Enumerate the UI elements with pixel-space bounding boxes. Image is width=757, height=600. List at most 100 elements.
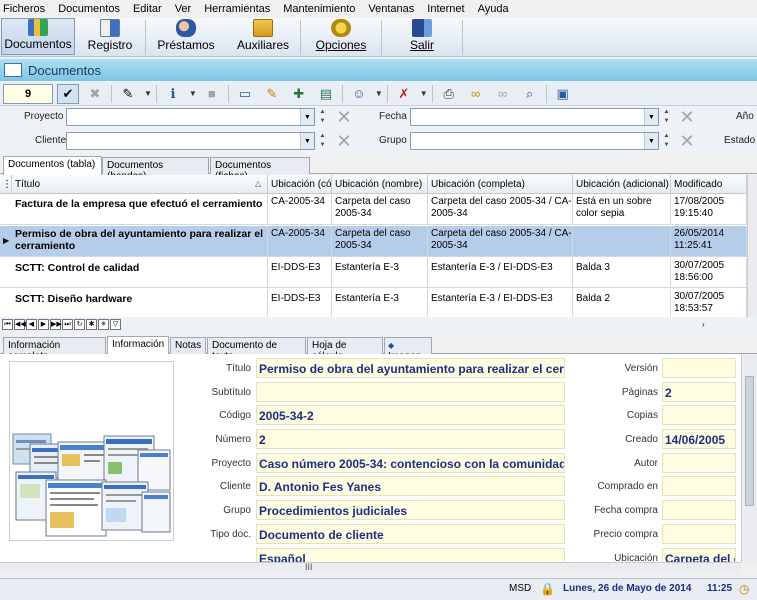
folder-icon[interactable]: ■: [201, 84, 223, 104]
unlink-icon[interactable]: ∞: [492, 84, 514, 104]
view-toggle-icon[interactable]: ✔: [57, 83, 79, 104]
table-vertical-scrollbar[interactable]: [747, 175, 757, 317]
precio-compra-field[interactable]: [662, 524, 736, 544]
detail-vertical-scrollbar[interactable]: [741, 354, 757, 562]
filter-icon[interactable]: ▽: [110, 318, 121, 330]
chevron-down-icon[interactable]: ▼: [644, 133, 658, 149]
menu-ventanas[interactable]: Ventanas: [368, 3, 414, 15]
grupo-spin[interactable]: ▲ ▼: [662, 132, 671, 150]
titulo-field[interactable]: Permiso de obra del ayuntamiento para re…: [256, 358, 565, 378]
autor-field[interactable]: [662, 453, 736, 473]
chevron-down-icon[interactable]: ▼: [420, 89, 428, 98]
table-row-selected[interactable]: ▶ Permiso de obra del ayuntamiento para …: [0, 226, 747, 257]
codigo-field[interactable]: 2005-34-2: [256, 405, 565, 425]
chevron-down-icon[interactable]: ▼: [644, 109, 658, 125]
opciones-button[interactable]: Opciones: [301, 18, 381, 55]
edit-icon[interactable]: ✎: [117, 84, 139, 104]
add-record-icon[interactable]: ✚: [288, 84, 310, 104]
table-row[interactable]: Factura de la empresa que efectuó el cer…: [0, 194, 747, 225]
goto-bookmark-icon[interactable]: ✳: [98, 318, 109, 330]
col-ubicacion-codigo[interactable]: Ubicación (có: [268, 175, 332, 194]
chevron-down-icon[interactable]: ▼: [300, 109, 314, 125]
menu-mantenimiento[interactable]: Mantenimiento: [283, 3, 355, 15]
cliente-spin[interactable]: ▲ ▼: [318, 132, 327, 150]
col-modificado[interactable]: Modificado: [671, 175, 747, 194]
tab-documento-texto[interactable]: Documento de texto: [207, 337, 306, 362]
comprado-en-field[interactable]: [662, 476, 736, 496]
clear-fecha-icon[interactable]: ✕: [677, 108, 697, 126]
tab-fichas[interactable]: Documentos (fichas): [210, 157, 310, 182]
cliente-field[interactable]: D. Antonio Fes Yanes: [256, 476, 565, 496]
bookmark-icon[interactable]: ✱: [86, 318, 97, 330]
menu-ficheros[interactable]: Ficheros: [3, 3, 45, 15]
link-icon[interactable]: ∞: [465, 84, 487, 104]
menu-ayuda[interactable]: Ayuda: [478, 3, 509, 15]
detail-horizontal-scrollbar[interactable]: III: [0, 562, 741, 574]
col-titulo[interactable]: Título: [12, 175, 268, 194]
table-icon[interactable]: ▤: [315, 84, 337, 104]
tab-tabla[interactable]: Documentos (tabla): [3, 156, 102, 175]
numero-field[interactable]: 2: [256, 429, 565, 449]
remove-record-icon[interactable]: ✗: [393, 84, 415, 104]
col-ubicacion-adicional[interactable]: Ubicación (adicional): [573, 175, 671, 194]
proyecto-combo[interactable]: ▼: [66, 108, 315, 126]
version-field[interactable]: [662, 358, 736, 378]
grupo-field[interactable]: Procedimientos judiciales: [256, 500, 565, 520]
next-record-icon[interactable]: ▶: [38, 318, 49, 330]
menu-documentos[interactable]: Documentos: [58, 3, 120, 15]
clear-proyecto-icon[interactable]: ✕: [334, 108, 354, 126]
person-clock-icon[interactable]: ☺: [348, 84, 370, 104]
creado-field[interactable]: 14/06/2005: [662, 429, 736, 449]
menu-herramientas[interactable]: Herramientas: [204, 3, 270, 15]
scrollbar-thumb[interactable]: [745, 376, 754, 506]
clear-grupo-icon[interactable]: ✕: [677, 132, 697, 150]
search-icon[interactable]: ⌕: [519, 84, 541, 104]
chevron-down-icon[interactable]: ▼: [300, 133, 314, 149]
subtitulo-field[interactable]: [256, 382, 565, 402]
export-icon[interactable]: ▣: [552, 84, 574, 104]
tab-notas[interactable]: Notas: [170, 337, 206, 354]
table-row[interactable]: SCTT: Diseño hardware EI-DDS-E3 Estanter…: [0, 289, 747, 317]
chevron-down-icon[interactable]: ▼: [375, 89, 383, 98]
refresh-icon[interactable]: ↻: [74, 318, 85, 330]
fecha-compra-field[interactable]: [662, 500, 736, 520]
table-row[interactable]: SCTT: Control de calidad EI-DDS-E3 Estan…: [0, 258, 747, 288]
prev-page-icon[interactable]: ◀◀: [14, 318, 26, 330]
salir-button[interactable]: Salir: [382, 18, 462, 55]
first-page-icon[interactable]: ⏮: [2, 318, 13, 330]
ubicacion-field[interactable]: Carpeta del caso 2005-34: [662, 548, 736, 562]
tipo-doc-field[interactable]: Documento de cliente: [256, 524, 565, 544]
tab-hoja-calculo[interactable]: Hoja de cálculo: [307, 337, 383, 362]
printer-icon[interactable]: ⎙: [438, 84, 460, 104]
paginas-field[interactable]: 2: [662, 382, 736, 402]
tab-informacion-completa[interactable]: Información completa: [3, 337, 106, 362]
fecha-combo[interactable]: ▼: [410, 108, 659, 126]
menu-editar[interactable]: Editar: [133, 3, 162, 15]
idioma-field[interactable]: Español: [256, 548, 565, 562]
cliente-combo[interactable]: ▼: [66, 132, 315, 150]
chevron-down-icon[interactable]: ▼: [144, 89, 152, 98]
prev-record-icon[interactable]: ◀: [26, 318, 37, 330]
monitor-icon[interactable]: ▭: [234, 84, 256, 104]
chevron-down-icon[interactable]: ▼: [189, 89, 197, 98]
documentos-button[interactable]: Documentos: [1, 18, 75, 55]
next-page-icon[interactable]: ▶▶: [50, 318, 62, 330]
edit-note-icon[interactable]: ✎: [261, 84, 283, 104]
tab-imagen[interactable]: ◆ Imagen: [384, 337, 432, 362]
scroll-right-icon[interactable]: ›: [702, 320, 705, 329]
registro-button[interactable]: Registro: [75, 18, 145, 55]
grupo-combo[interactable]: ▼: [410, 132, 659, 150]
last-page-icon[interactable]: ⏭: [62, 318, 73, 330]
col-ubicacion-nombre[interactable]: Ubicación (nombre): [332, 175, 428, 194]
tab-bandas[interactable]: Documentos (bandas): [102, 157, 209, 182]
prestamos-button[interactable]: Préstamos: [146, 18, 226, 55]
tab-informacion[interactable]: Información: [107, 336, 169, 355]
col-ubicacion-completa[interactable]: Ubicación (completa): [428, 175, 573, 194]
delete-icon[interactable]: ✖: [84, 84, 106, 104]
clear-cliente-icon[interactable]: ✕: [334, 132, 354, 150]
menu-internet[interactable]: Internet: [427, 3, 464, 15]
auxiliares-button[interactable]: Auxiliares: [226, 18, 300, 55]
proyecto-field[interactable]: Caso número 2005-34: contencioso con la …: [256, 453, 565, 473]
copias-field[interactable]: [662, 405, 736, 425]
info-icon[interactable]: ℹ: [162, 84, 184, 104]
